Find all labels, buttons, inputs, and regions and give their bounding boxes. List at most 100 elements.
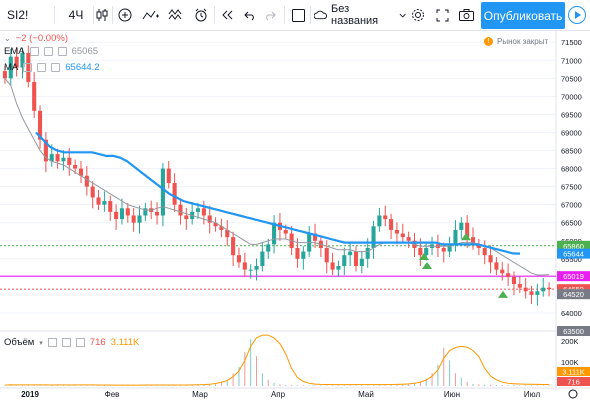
market-status-label: Рынок закрыт xyxy=(497,37,549,46)
replay-icon[interactable] xyxy=(218,3,236,27)
candle-body xyxy=(301,251,306,259)
chevron-down-icon: ▾ xyxy=(39,339,43,347)
candle-body xyxy=(494,262,499,270)
play-button[interactable] xyxy=(566,4,588,26)
candle-body xyxy=(371,226,376,248)
camera-icon[interactable] xyxy=(457,3,475,27)
candle-body xyxy=(195,208,201,212)
candle-body xyxy=(283,229,288,234)
candle-body xyxy=(73,164,78,169)
ema-legend[interactable]: EMA 65065 xyxy=(4,46,98,57)
eye-icon[interactable] xyxy=(23,63,33,72)
cloud-icon xyxy=(314,10,328,20)
signal-marker xyxy=(461,233,471,241)
volume-value: 716 xyxy=(89,337,106,348)
candle-body xyxy=(96,197,101,205)
candle-body xyxy=(108,201,113,212)
candle-body xyxy=(500,269,505,274)
candle-body xyxy=(102,201,107,205)
indicators-icon[interactable] xyxy=(166,3,186,27)
time-axis-tick: Мар xyxy=(192,390,208,399)
chevron-down-icon xyxy=(399,13,406,18)
ema-value: 65065 xyxy=(71,46,99,57)
close-icon[interactable] xyxy=(57,47,67,56)
candle-body xyxy=(155,211,160,216)
compare-icon[interactable] xyxy=(140,3,162,27)
candle-body xyxy=(160,168,165,216)
candles-style-icon[interactable] xyxy=(95,3,109,27)
candle-body xyxy=(55,154,60,162)
price-label: 64520 xyxy=(563,290,584,299)
add-indicator-icon[interactable] xyxy=(116,3,134,27)
layout-name-button[interactable]: Без названия xyxy=(314,3,406,27)
candle-body xyxy=(529,291,534,295)
market-closed-icon: ! xyxy=(484,37,493,46)
candle-body xyxy=(137,215,142,223)
price-axis-tick: 70000 xyxy=(561,92,582,101)
candle-body xyxy=(348,251,353,256)
candle-body xyxy=(119,208,124,220)
fullscreen-icon[interactable] xyxy=(433,3,451,27)
settings-icon[interactable] xyxy=(37,63,47,72)
candle-body xyxy=(67,157,72,165)
candle-body xyxy=(389,219,394,230)
time-axis-tick: Июн xyxy=(444,390,460,399)
time-axis-tick: Июл xyxy=(524,390,541,399)
settings-gear-icon[interactable] xyxy=(409,3,427,27)
volume-name: Объём xyxy=(4,337,35,348)
settings-icon[interactable] xyxy=(61,338,71,347)
volume-axis-tick: 200K xyxy=(561,337,579,346)
close-icon[interactable] xyxy=(51,63,61,72)
candle-body xyxy=(201,208,206,216)
candle-body xyxy=(383,215,388,220)
candle-body xyxy=(511,276,517,285)
toolbar-divider xyxy=(284,6,285,24)
time-axis-tick: Апр xyxy=(271,390,286,399)
candle-body xyxy=(266,244,271,252)
candle-body xyxy=(178,204,183,216)
volume-legend[interactable]: Объём ▾ 716 3.111K xyxy=(4,337,139,348)
redo-icon[interactable] xyxy=(262,3,280,27)
volume-label: 3.111K xyxy=(562,368,585,377)
price-axis-tick: 68500 xyxy=(561,147,582,156)
symbol-search[interactable]: SI2! xyxy=(4,3,48,27)
candle-body xyxy=(125,208,130,216)
price-label: 63500 xyxy=(563,327,584,336)
fullscreen-toggle-icon[interactable] xyxy=(290,3,306,27)
candle-body xyxy=(254,266,259,270)
time-axis-tick: Май xyxy=(358,390,374,399)
alert-clock-icon[interactable] xyxy=(192,3,210,27)
candle-body xyxy=(482,247,487,256)
market-status[interactable]: ! Рынок закрыт xyxy=(484,37,548,46)
candle-body xyxy=(260,251,265,267)
close-icon[interactable] xyxy=(75,338,85,347)
candle-body xyxy=(453,229,458,245)
candle-body xyxy=(377,215,382,227)
price-change: −2 (−0.00%) xyxy=(15,33,68,44)
price-label: 65644 xyxy=(563,250,584,259)
candle-body xyxy=(394,229,399,234)
candle-body xyxy=(90,186,95,198)
candle-body xyxy=(336,266,341,270)
settings-icon[interactable] xyxy=(43,47,53,56)
interval-selector[interactable]: 4Ч xyxy=(62,3,90,27)
undo-icon[interactable] xyxy=(240,3,258,27)
toolbar-divider xyxy=(93,6,94,24)
eye-icon[interactable] xyxy=(47,338,57,347)
toolbar-divider xyxy=(214,6,215,24)
candle-body xyxy=(342,255,347,267)
toolbar-divider xyxy=(54,6,55,24)
candle-body xyxy=(231,237,236,256)
candle-body xyxy=(488,255,493,263)
price-axis-tick: 67000 xyxy=(561,201,582,210)
candle-body xyxy=(535,291,540,295)
eye-icon[interactable] xyxy=(29,47,39,56)
price-axis-tick: 71500 xyxy=(561,38,582,47)
price-axis-tick: 68000 xyxy=(561,165,582,174)
price-axis-tick: 69000 xyxy=(561,128,582,137)
toolbar-divider xyxy=(112,6,113,24)
axis-settings-icon xyxy=(568,389,578,399)
publish-button[interactable]: Опубликовать xyxy=(481,2,565,29)
candle-body xyxy=(406,237,411,241)
ma-legend[interactable]: MA 65644.2 xyxy=(4,62,100,73)
